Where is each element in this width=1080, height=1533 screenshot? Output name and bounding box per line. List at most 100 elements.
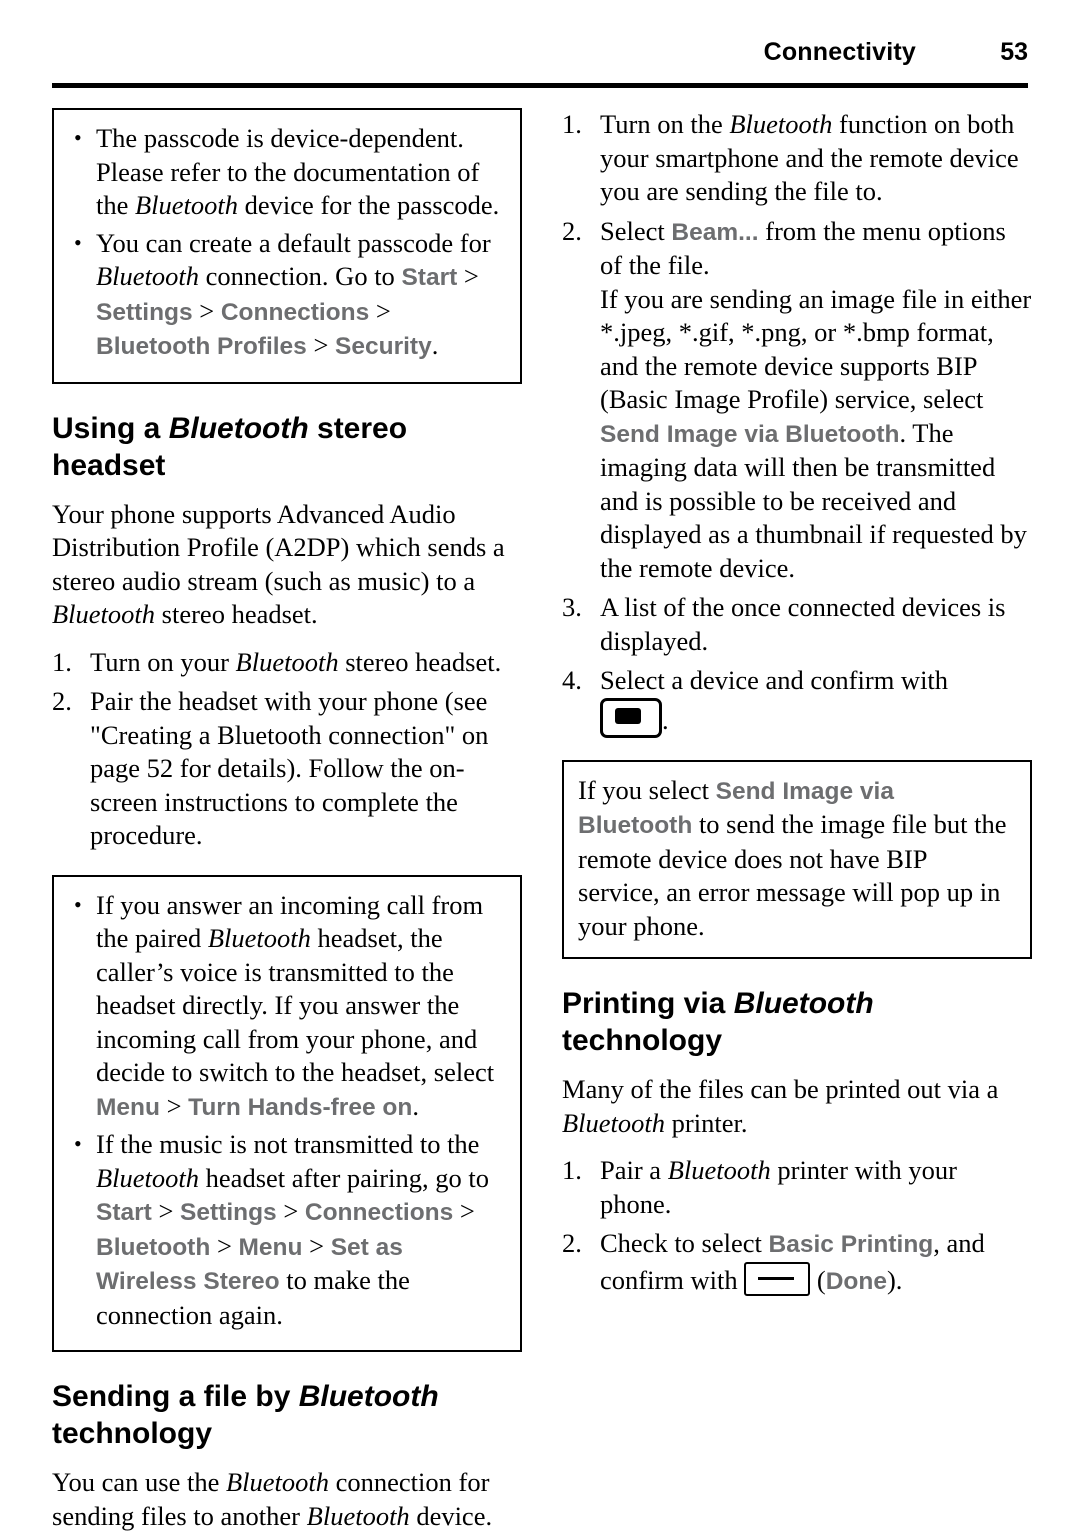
softkey-label-done: Done <box>825 1267 887 1295</box>
bluetooth-italic: Bluetooth <box>135 190 239 220</box>
step-number: 2. <box>562 215 582 246</box>
steps-printing: 1. Pair a Bluetooth printer with your pho… <box>562 1154 1032 1298</box>
step-text-1: Turn on your <box>90 646 236 677</box>
menu-path-settings: Settings <box>180 1199 277 1226</box>
heading-after: technology <box>562 1024 723 1057</box>
menu-path-start: Start <box>401 264 458 291</box>
list-item: 1. Turn on the Bluetooth function on both… <box>562 108 1032 209</box>
step-text-1: Turn on the <box>600 109 730 139</box>
menu-path-menu: Menu <box>238 1233 303 1261</box>
left-column: The passcode is device-dependent. Please… <box>52 108 522 1533</box>
heading-italic: Bluetooth <box>298 1380 439 1413</box>
menu-path-start: Start <box>96 1199 152 1226</box>
step-text-4: ). <box>886 1264 903 1295</box>
step-text-3: ( <box>810 1264 826 1295</box>
step-number: 3. <box>562 592 582 622</box>
steps-sending-file: 1. Turn on the Bluetooth function on both… <box>562 108 1032 738</box>
paragraph-text-1: You can use the <box>52 1467 226 1497</box>
menu-label-menu: Menu <box>96 1093 160 1121</box>
heading-sending-a-file: Sending a file by Bluetooth technology <box>52 1378 522 1452</box>
bluetooth-italic: Bluetooth <box>667 1155 771 1185</box>
list-item: 1. Pair a Bluetooth printer with your pho… <box>562 1154 1032 1221</box>
step-number: 2. <box>562 1228 582 1258</box>
bluetooth-italic: Bluetooth <box>562 1107 666 1138</box>
paragraph-text-1: Your phone supports Advanced Audio Distr… <box>52 498 505 596</box>
list-item: 2. Check to select Basic Printing, and co… <box>562 1227 1032 1298</box>
menu-label-beam: Beam... <box>671 218 759 246</box>
bluetooth-italic: Bluetooth <box>207 923 311 953</box>
menu-label-send-image-via-bluetooth: Send Image via Bluetooth <box>600 420 900 448</box>
heading-printing-via-bluetooth: Printing via Bluetooth technology <box>562 985 1032 1059</box>
right-column: 1. Turn on the Bluetooth function on both… <box>562 108 1032 1304</box>
list-item: The passcode is device-dependent. Please… <box>68 121 504 223</box>
heading-before: Printing via <box>562 987 734 1020</box>
note-box-passcode: The passcode is device-dependent. Please… <box>52 108 522 384</box>
heading-after: technology <box>52 1417 213 1450</box>
heading-italic: Bluetooth <box>168 411 309 445</box>
step-text-2: stereo headset. <box>338 646 502 677</box>
paragraph-sending-file: You can use the Bluetooth connection for… <box>52 1466 522 1533</box>
bluetooth-italic-2: Bluetooth <box>306 1500 410 1531</box>
step-number: 1. <box>562 109 582 139</box>
paragraph-text-1: Many of the files can be printed out via… <box>562 1074 999 1104</box>
note-box-bip-error: If you select Send Image via Bluetooth t… <box>562 759 1032 959</box>
step-number: 1. <box>562 1155 582 1185</box>
bluetooth-italic: Bluetooth <box>235 646 339 677</box>
bluetooth-italic: Bluetooth <box>225 1467 330 1497</box>
list-item: 2. Select Beam... from the menu options o… <box>562 215 1032 586</box>
heading-before: Using a <box>52 411 169 445</box>
bluetooth-italic: Bluetooth <box>729 109 833 139</box>
heading-before: Sending a file by <box>52 1380 299 1413</box>
step-number: 1. <box>52 646 72 677</box>
list-item: 3. A list of the once connected devices i… <box>562 591 1032 658</box>
header-page-number: 53 <box>1000 38 1028 66</box>
note-box-headset: If you answer an incoming call from the … <box>52 874 522 1352</box>
menu-path-bluetooth: Bluetooth <box>96 333 211 360</box>
step-text-1: Check to select <box>600 1228 769 1258</box>
document-page: Connectivity 53 The passcode is device-d… <box>0 0 1080 1531</box>
bluetooth-italic: Bluetooth <box>52 599 156 629</box>
softkey-icon <box>744 1261 811 1296</box>
menu-label-turn-handsfree-on: Turn Hands-free on <box>188 1093 413 1121</box>
step-text-1: Select a device and confirm with <box>600 665 949 695</box>
step-number: 4. <box>562 665 582 695</box>
list-item: If you answer an incoming call from the … <box>68 888 504 1125</box>
paragraph-text-2: stereo headset. <box>155 599 318 629</box>
menu-path-settings: Settings <box>96 298 193 326</box>
page-header: Connectivity 53 <box>52 38 1028 90</box>
note-text: If you select Send Image via Bluetooth t… <box>578 774 1014 944</box>
paragraph-text-2: printer. <box>665 1107 748 1138</box>
paragraph-text-3: device. <box>409 1500 493 1531</box>
bullet-text-suffix: device for the passcode. <box>238 190 500 220</box>
list-item: 2. Pair the headset with your phone (see … <box>52 685 522 853</box>
ok-key-icon <box>600 697 662 738</box>
steps-stereo-headset: 1. Turn on your Bluetooth stereo headset.… <box>52 646 522 853</box>
list-item: 4. Select a device and confirm with . <box>562 664 1032 738</box>
list-item: 1. Turn on your Bluetooth stereo headset. <box>52 646 522 680</box>
menu-label-basic-printing: Basic Printing <box>768 1231 934 1258</box>
bullet-text-2: headset after pairing, go to <box>199 1162 489 1193</box>
paragraph-printing: Many of the files can be printed out via… <box>562 1073 1032 1140</box>
step-text-2: . <box>662 704 669 735</box>
bullet-text-1: If the music is not transmitted to the <box>96 1129 480 1159</box>
note-text-1: If you select <box>578 774 716 805</box>
menu-path-profiles: Profiles <box>216 333 307 360</box>
step-number: 2. <box>52 686 72 716</box>
step-text-3: If you are sending an image file in eith… <box>600 283 1032 415</box>
menu-path-connections: Connections <box>304 1199 454 1226</box>
list-item: If the music is not transmitted to the B… <box>68 1127 504 1332</box>
note-bullet-list: The passcode is device-dependent. Please… <box>68 121 504 364</box>
step-text-1: Pair the headset with your phone (see "C… <box>90 686 489 850</box>
bullet-text-mid: connection. Go to <box>199 261 402 291</box>
header-section-title: Connectivity <box>763 38 916 66</box>
header-rule <box>52 83 1028 88</box>
bluetooth-italic: Bluetooth <box>96 261 200 291</box>
paragraph-a2dp: Your phone supports Advanced Audio Distr… <box>52 498 522 632</box>
bullet-text-prefix: You can create a default passcode for <box>96 227 491 258</box>
menu-path-connections: Connections <box>220 298 370 326</box>
menu-path-security: Security <box>335 333 432 360</box>
heading-italic: Bluetooth <box>733 987 874 1020</box>
bullet-text-suffix: . <box>431 330 439 360</box>
bullet-text-3: . <box>412 1090 419 1121</box>
menu-separator: > <box>159 1090 189 1121</box>
